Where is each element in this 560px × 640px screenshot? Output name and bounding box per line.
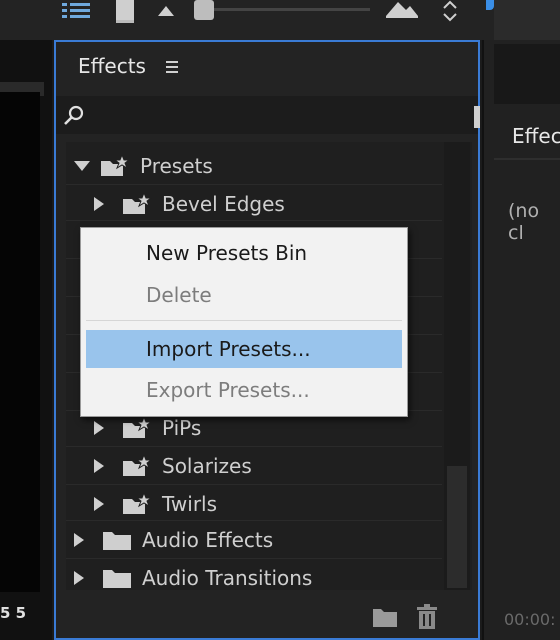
chevron-right-icon[interactable] <box>94 459 104 473</box>
monitor-video-area <box>0 92 40 592</box>
effects-panel-title[interactable]: Effects <box>78 54 146 78</box>
right-top-area <box>494 0 560 40</box>
tree-item-label: Bevel Edges <box>162 192 285 216</box>
menu-item-delete[interactable]: Delete <box>146 283 212 307</box>
preset-folder-icon <box>122 193 152 215</box>
menu-item-new-presets-bin[interactable]: New Presets Bin <box>146 241 307 265</box>
tree-item-label: Twirls <box>162 492 218 516</box>
preset-folder-icon <box>122 455 152 477</box>
frame-number-readout: 5 5 <box>0 604 27 622</box>
effects-search-field[interactable] <box>56 96 478 134</box>
sort-updown-icon[interactable] <box>438 0 462 24</box>
timecode-display: 00:00: <box>504 610 556 629</box>
tree-item-label: Presets <box>140 154 213 178</box>
menu-separator <box>86 320 402 321</box>
panel-accent-marker <box>486 0 494 10</box>
tree-item-audio-transitions[interactable]: Audio Transitions <box>74 560 312 596</box>
tree-item-presets[interactable]: Presets <box>74 148 213 184</box>
large-thumbnail-icon <box>384 0 420 22</box>
preset-folder-icon <box>122 417 152 439</box>
tree-item-label: Audio Effects <box>142 528 274 552</box>
tab-divider <box>494 158 560 160</box>
tree-item-bevel-edges[interactable]: Bevel Edges <box>94 186 285 222</box>
list-view-icon[interactable] <box>60 0 96 24</box>
chevron-right-icon[interactable] <box>94 197 104 211</box>
scrollbar-thumb[interactable] <box>447 466 467 588</box>
zoom-slider-handle[interactable] <box>194 0 214 20</box>
tree-item-label: Solarizes <box>162 454 252 478</box>
row-divider <box>66 184 442 185</box>
folder-icon <box>102 529 132 551</box>
no-clip-selected-text: (no cl <box>508 200 540 244</box>
folder-icon <box>102 567 132 589</box>
tree-item-label: Audio Transitions <box>142 566 313 590</box>
preset-folder-icon <box>122 493 152 515</box>
zoom-slider-track[interactable] <box>200 8 370 11</box>
row-divider <box>66 558 442 559</box>
search-icon <box>62 104 86 128</box>
chevron-right-icon[interactable] <box>74 571 84 585</box>
chevron-right-icon[interactable] <box>74 533 84 547</box>
chevron-right-icon[interactable] <box>94 497 104 511</box>
effect-controls-header-area <box>494 44 560 104</box>
row-divider <box>66 446 442 447</box>
effects-panel-footer <box>56 594 478 638</box>
new-bin-icon[interactable] <box>372 606 398 628</box>
chevron-right-icon[interactable] <box>94 421 104 435</box>
menu-item-export-presets[interactable]: Export Presets... <box>146 378 310 402</box>
preset-folder-icon <box>100 155 130 177</box>
tree-item-solarizes[interactable]: Solarizes <box>94 448 252 484</box>
small-thumbnail-icon <box>156 0 180 24</box>
tree-item-twirls[interactable]: Twirls <box>94 486 217 522</box>
icon-view-icon[interactable] <box>116 0 134 23</box>
tree-item-audio-effects[interactable]: Audio Effects <box>74 522 273 558</box>
tree-item-label: PiPs <box>162 416 202 440</box>
effect-controls-tab[interactable]: Effec <box>512 124 560 148</box>
chevron-down-icon[interactable] <box>74 161 90 171</box>
panel-menu-icon[interactable] <box>166 60 180 74</box>
trash-icon[interactable] <box>416 604 438 630</box>
search-scroll-handle[interactable] <box>474 106 480 128</box>
menu-item-import-presets[interactable]: Import Presets... <box>146 337 311 361</box>
row-divider <box>66 484 442 485</box>
